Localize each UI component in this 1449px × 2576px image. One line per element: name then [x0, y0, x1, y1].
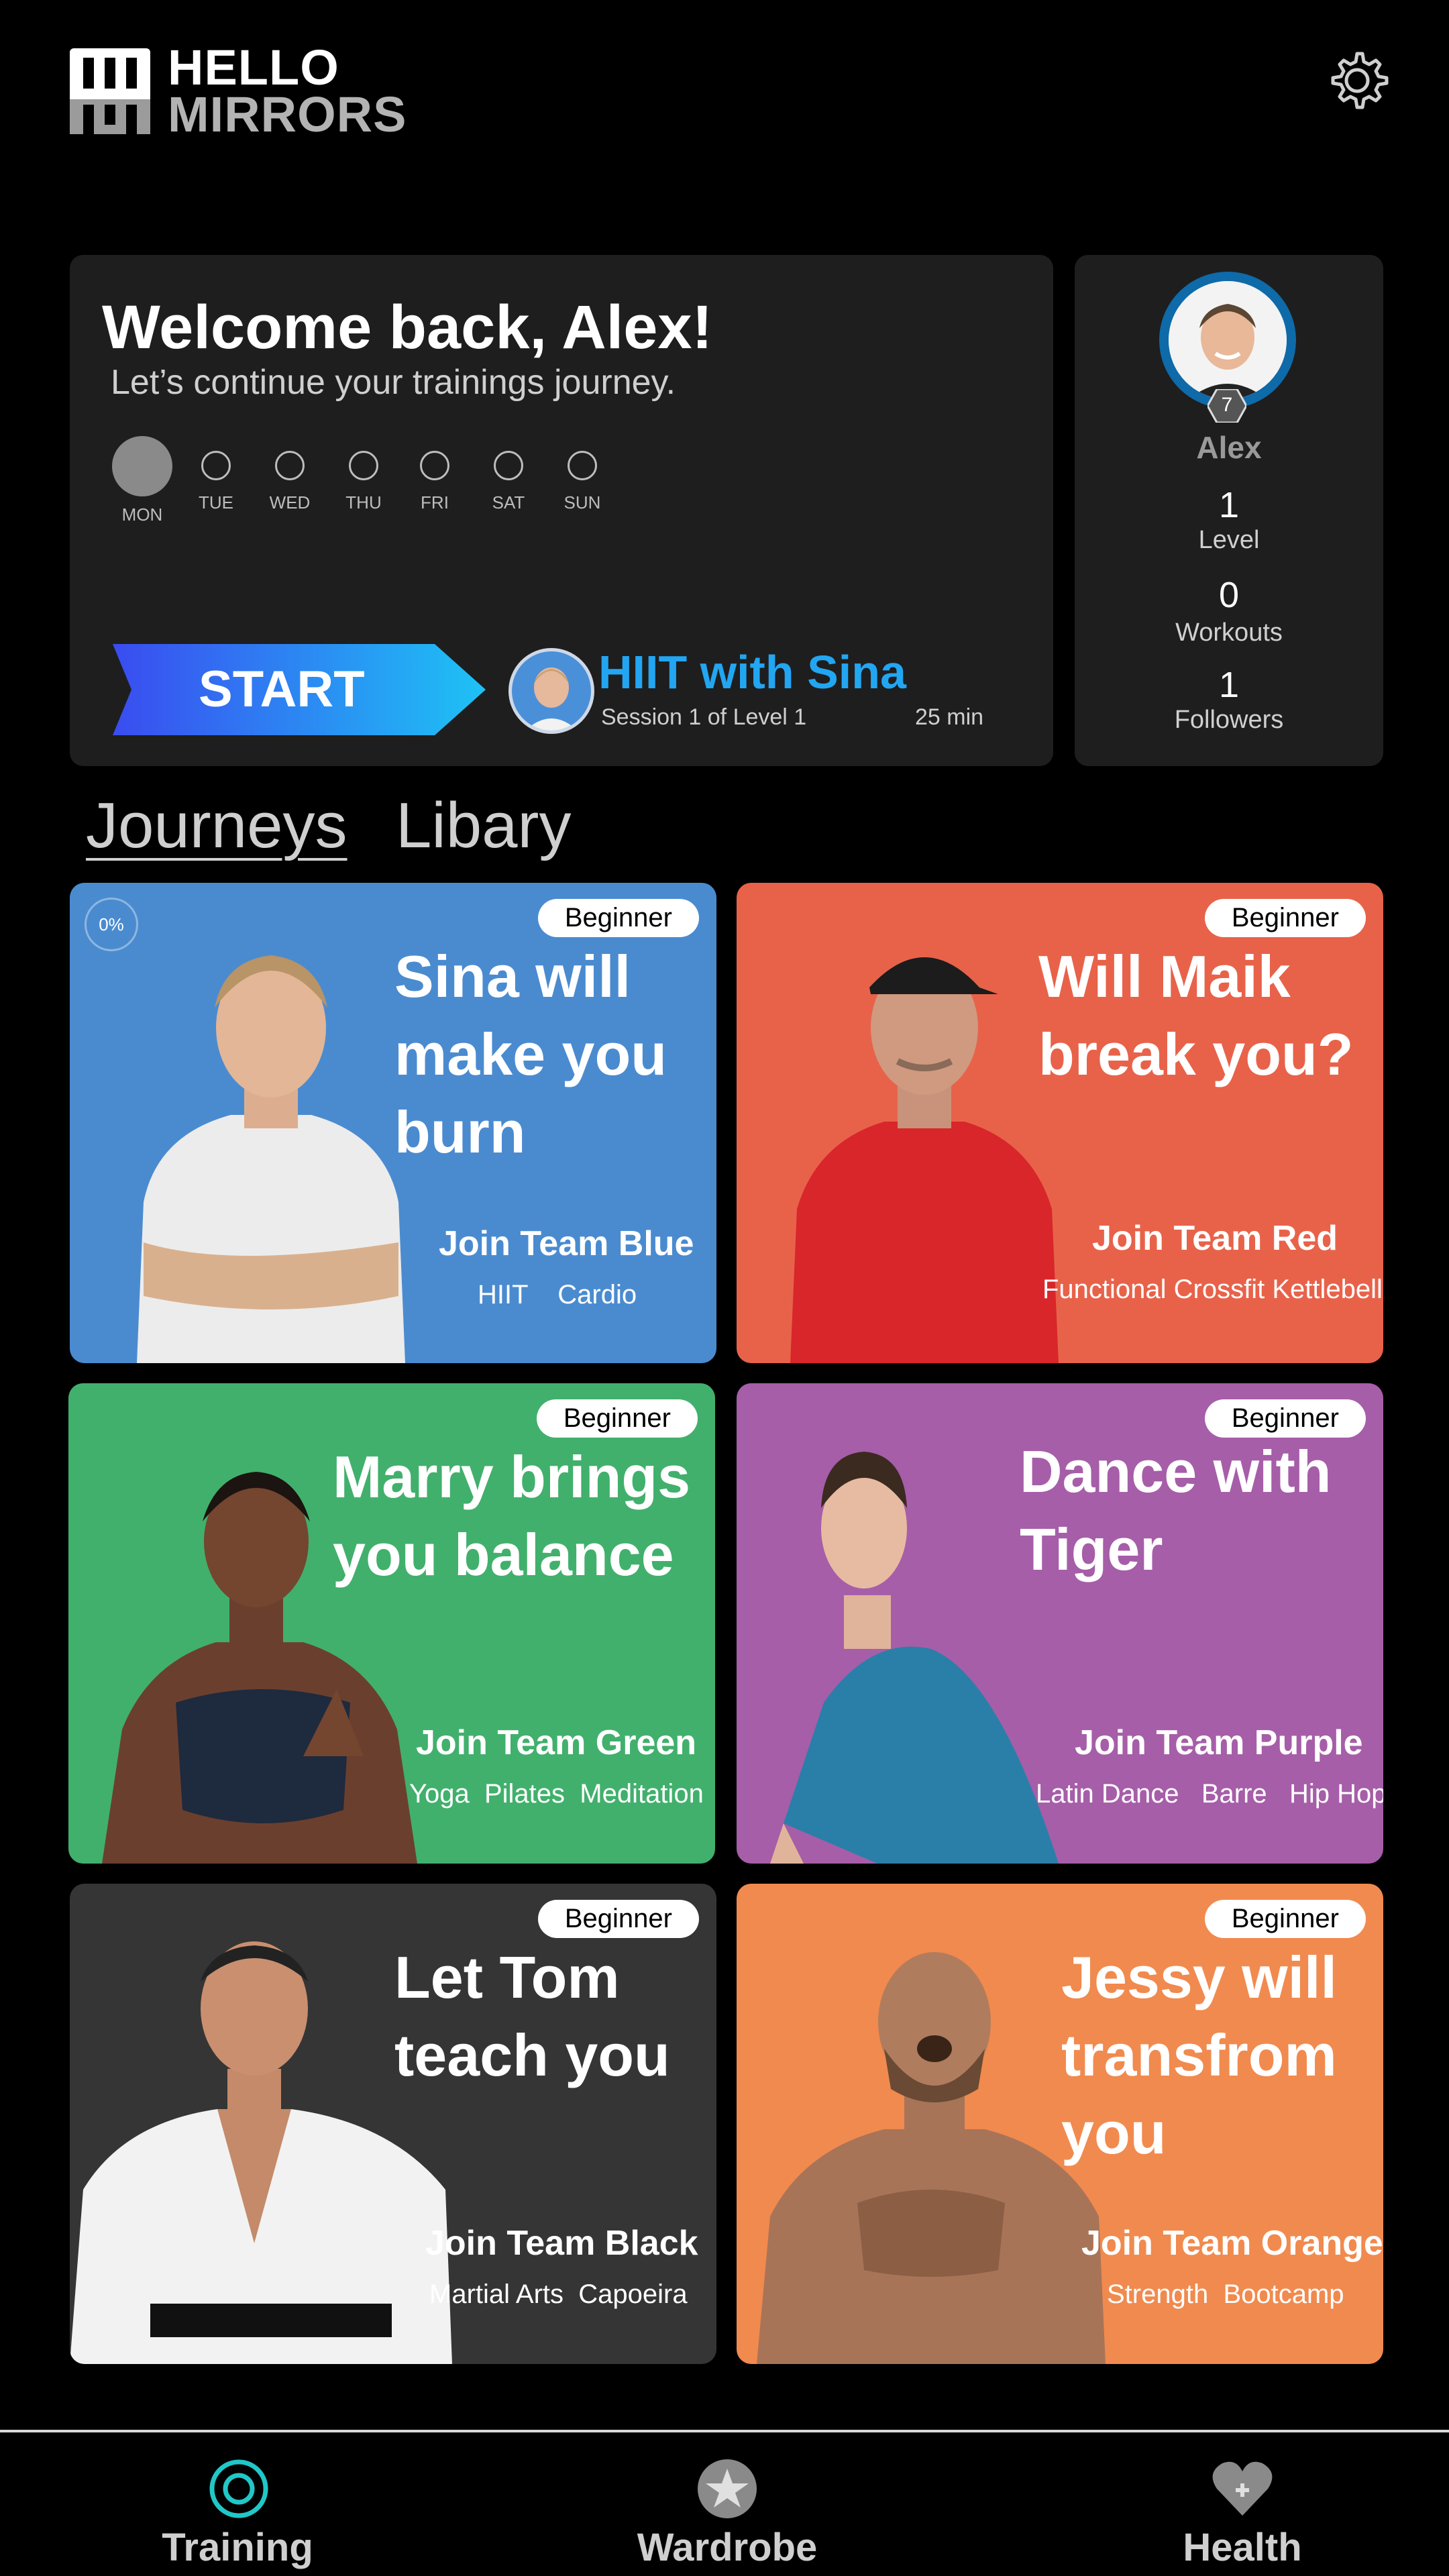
welcome-title: Welcome back, Alex!: [102, 293, 713, 362]
team-label: Join Team Red: [1092, 1219, 1338, 1258]
card-title: Marry brings you balance: [333, 1438, 690, 1594]
card-title-line: Let Tom: [394, 1944, 620, 2010]
next-workout-duration: 25 min: [915, 704, 984, 730]
day-sun[interactable]: SUN: [549, 436, 616, 513]
coach-avatar: [508, 648, 594, 734]
team-tags: HIIT Cardio: [478, 1280, 637, 1309]
journey-card-blue[interactable]: 0% Beginner Sina will make you burn Join…: [70, 883, 716, 1363]
card-title-line: Sina will: [394, 943, 631, 1010]
card-title: Dance with Tiger: [1020, 1433, 1332, 1589]
card-title-line: Dance with: [1020, 1438, 1332, 1505]
welcome-subtitle: Let’s continue your trainings journey.: [111, 363, 676, 402]
card-title: Jessy will transfrom you: [1061, 1939, 1337, 2172]
progress-indicator: 0%: [85, 898, 138, 951]
next-workout-session: Session 1 of Level 1: [601, 704, 807, 730]
card-title-line: burn: [394, 1099, 526, 1165]
level-badge: Beginner: [1204, 1399, 1366, 1438]
card-title: Sina will make you burn: [394, 938, 667, 1171]
team-tags: Yoga Pilates Meditation: [409, 1779, 704, 1809]
avatar[interactable]: [1169, 281, 1287, 399]
card-title-line: you balance: [333, 1521, 674, 1588]
card-title-line: break you?: [1038, 1021, 1354, 1087]
card-title-line: make you: [394, 1021, 667, 1087]
star-icon: [698, 2459, 757, 2518]
week-tracker: MON TUE WED THU FRI SAT SUN: [109, 436, 619, 530]
team-label: Join Team Blue: [439, 1224, 694, 1263]
stat-level-label: Level: [1198, 526, 1260, 554]
stat-level-value: 1: [1218, 485, 1240, 525]
card-title-line: transfrom: [1061, 2022, 1337, 2088]
gear-icon[interactable]: [1325, 48, 1389, 113]
journey-card-red[interactable]: Beginner Will Maik break you? Join Team …: [737, 883, 1383, 1363]
nav-item-training[interactable]: Training: [103, 2430, 372, 2576]
stat-workouts-label: Workouts: [1175, 619, 1283, 647]
team-tags: Latin Dance Barre Hip Hop: [1036, 1779, 1383, 1809]
card-title-line: Tiger: [1020, 1516, 1163, 1582]
brand-name: HELLO MIRRORS: [168, 40, 407, 142]
nav-label-training: Training: [162, 2526, 313, 2569]
card-title: Will Maik break you?: [1038, 938, 1353, 1093]
journey-card-black[interactable]: Beginner Let Tom teach you Join Team Bla…: [70, 1884, 716, 2364]
level-badge: Beginner: [537, 899, 699, 937]
stat-followers-value: 1: [1218, 665, 1240, 705]
day-wed[interactable]: WED: [256, 436, 323, 513]
journey-card-purple[interactable]: Beginner Dance with Tiger Join Team Purp…: [737, 1383, 1383, 1864]
level-badge: Beginner: [1204, 899, 1366, 937]
team-label: Join Team Black: [425, 2224, 698, 2263]
brand-logo-icon: [70, 48, 150, 134]
trainer-photo-jessy: [757, 1952, 1106, 2364]
tab-journeys[interactable]: Journeys: [86, 789, 347, 863]
brand-line-2: MIRRORS: [168, 87, 407, 142]
nav-label-wardrobe: Wardrobe: [637, 2526, 818, 2569]
day-sat[interactable]: SAT: [475, 436, 542, 513]
team-label: Join Team Green: [416, 1723, 697, 1762]
team-tags: Strength Bootcamp: [1107, 2279, 1344, 2309]
stat-workouts-value: 0: [1218, 575, 1240, 615]
tab-libary[interactable]: Libary: [396, 789, 571, 863]
card-title-line: you: [1061, 2100, 1167, 2166]
target-icon: [209, 2459, 268, 2518]
level-badge: Beginner: [537, 1900, 699, 1938]
next-workout-title[interactable]: HIIT with Sina: [598, 645, 906, 699]
stat-followers-label: Followers: [1174, 706, 1284, 734]
day-thu[interactable]: THU: [330, 436, 397, 513]
card-title-line: Jessy will: [1061, 1944, 1337, 2010]
level-badge: Beginner: [536, 1399, 698, 1438]
journey-card-green[interactable]: Beginner Marry brings you balance Join T…: [68, 1383, 715, 1864]
nav-item-wardrobe[interactable]: Wardrobe: [593, 2430, 861, 2576]
level-badge: Beginner: [1204, 1900, 1366, 1938]
team-label: Join Team Purple: [1075, 1723, 1363, 1762]
day-fri[interactable]: FRI: [401, 436, 468, 513]
card-title-line: Marry brings: [333, 1444, 691, 1510]
heart-icon: [1212, 2461, 1273, 2516]
card-title: Let Tom teach you: [394, 1939, 670, 2094]
team-label: Join Team Orange: [1081, 2224, 1383, 2263]
trainer-photo-maik: [790, 957, 1059, 1363]
trainer-photo-sina: [137, 955, 405, 1363]
card-title-line: teach you: [394, 2022, 670, 2088]
nav-label-health: Health: [1183, 2526, 1302, 2569]
team-tags: Functional Crossfit Kettlebell: [1042, 1275, 1383, 1304]
day-mon[interactable]: MON: [109, 436, 176, 525]
start-button-label: START: [199, 661, 365, 718]
nav-item-health[interactable]: Health: [1108, 2430, 1377, 2576]
journey-card-orange[interactable]: Beginner Jessy will transfrom you Join T…: [737, 1884, 1383, 2364]
team-tags: Martial Arts Capoeira: [429, 2279, 688, 2309]
card-title-line: Will Maik: [1038, 943, 1291, 1010]
brand-line-1: HELLO: [168, 40, 339, 95]
day-tue[interactable]: TUE: [182, 436, 250, 513]
profile-name: Alex: [1196, 430, 1262, 465]
level-badge-number: 7: [1221, 394, 1233, 416]
